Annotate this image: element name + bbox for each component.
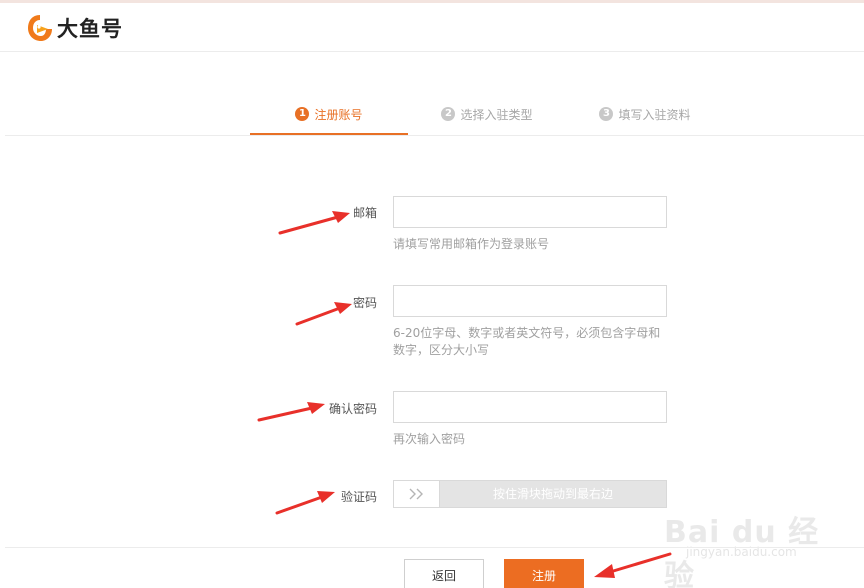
annotation-arrow [275, 491, 335, 515]
confirm-password-field[interactable] [393, 391, 667, 423]
step-number: 2 [441, 107, 456, 121]
captcha-slider[interactable]: 按住滑块拖动到最右边 [393, 480, 667, 508]
divider [5, 135, 864, 136]
step-number: 3 [599, 107, 614, 121]
header: 大鱼号 [0, 3, 864, 52]
annotation-arrow [594, 552, 672, 578]
annotation-arrow [295, 302, 352, 326]
confirm-password-hint: 再次输入密码 [393, 432, 466, 446]
annotation-arrow [257, 402, 325, 422]
double-chevron-right-icon [409, 488, 423, 500]
step-label: 注册账号 [314, 107, 363, 122]
confirm-password-label: 确认密码 [328, 402, 377, 416]
password-hint: 6-20位字母、数字或者英文符号，必须包含字母和数字，区分大小写 [393, 326, 661, 357]
brand-logo[interactable]: 大鱼号 [26, 12, 123, 44]
step-fill-info[interactable]: 3 填写入驻资料 [566, 92, 724, 136]
captcha-label: 验证码 [340, 490, 377, 504]
annotation-arrow [278, 211, 350, 235]
step-number: 1 [295, 107, 310, 121]
email-hint: 请填写常用邮箱作为登录账号 [393, 237, 550, 251]
password-field[interactable] [393, 285, 667, 317]
step-tabs: 1 注册账号 2 选择入驻类型 3 填写入驻资料 [250, 92, 724, 136]
brand-name: 大鱼号 [57, 17, 123, 41]
email-label: 邮箱 [352, 206, 377, 220]
divider [5, 547, 864, 548]
slider-handle[interactable] [394, 481, 440, 507]
watermark: Bai du 经验 jingyan.baidu.com [664, 493, 824, 588]
step-register-account[interactable]: 1 注册账号 [250, 92, 408, 136]
step-select-type[interactable]: 2 选择入驻类型 [408, 92, 566, 136]
email-field[interactable] [393, 196, 667, 228]
step-label: 填写入驻资料 [618, 107, 691, 122]
fish-logo-icon [28, 15, 52, 41]
register-button[interactable]: 注册 [504, 559, 584, 588]
password-label: 密码 [352, 296, 377, 310]
slider-instruction: 按住滑块拖动到最右边 [492, 487, 613, 501]
step-label: 选择入驻类型 [460, 107, 533, 122]
back-button[interactable]: 返回 [404, 559, 484, 588]
